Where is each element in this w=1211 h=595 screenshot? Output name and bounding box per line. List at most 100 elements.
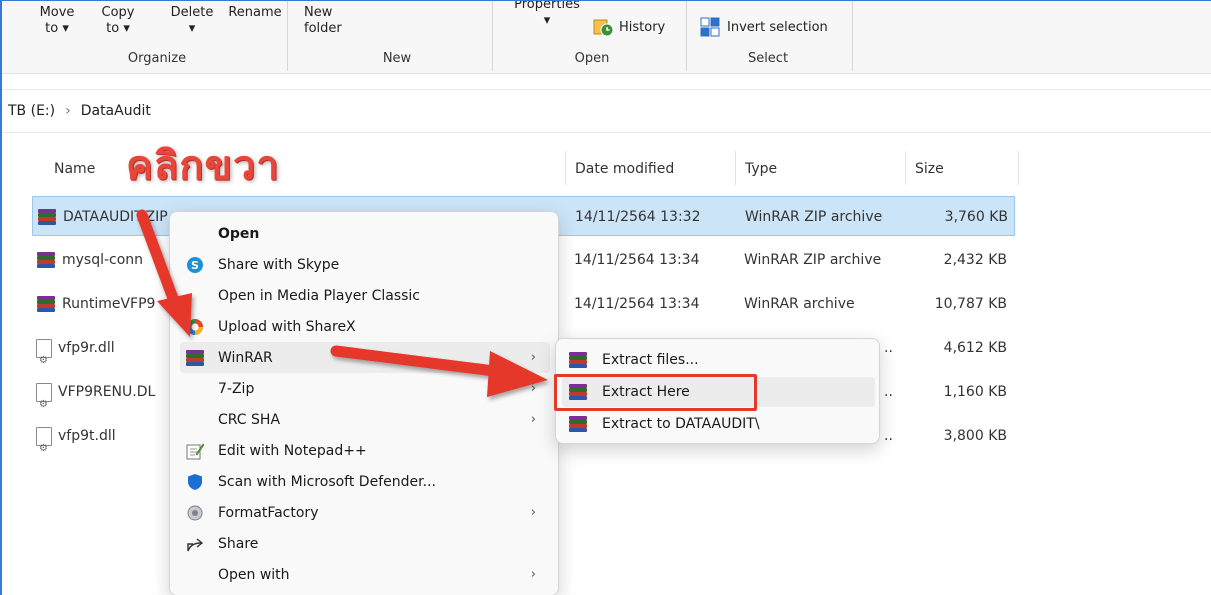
menu-item-label: Share xyxy=(218,535,259,552)
copy-to-button[interactable]: Copy to ▾ xyxy=(98,5,138,37)
properties-button[interactable]: Properties ▾ xyxy=(504,1,590,29)
history-label: History xyxy=(619,19,666,35)
menu-item-share-with-skype[interactable]: S Share with Skype xyxy=(180,249,550,280)
column-divider[interactable] xyxy=(1018,151,1019,185)
file-name-cell: mysql-conn xyxy=(36,240,176,280)
breadcrumb-separator: › xyxy=(65,103,71,119)
menu-item-winrar[interactable]: WinRAR › xyxy=(180,342,550,373)
winrar-icon xyxy=(568,415,592,433)
organize-group-label: Organize xyxy=(127,51,187,66)
dll-file-icon xyxy=(36,426,52,456)
properties-label: Properties xyxy=(514,0,580,12)
file-type: .. xyxy=(884,340,893,356)
menu-item-label: Open with xyxy=(218,566,290,583)
file-name-cell: VFP9RENU.DL xyxy=(36,372,176,412)
menu-item-edit-with-notepad[interactable]: Edit with Notepad++ xyxy=(180,435,550,466)
ribbon-separator xyxy=(686,1,687,71)
ribbon-separator xyxy=(492,1,493,71)
file-name-cell: vfp9r.dll xyxy=(36,328,176,368)
file-size: 10,787 KB xyxy=(934,296,1007,312)
column-header-date[interactable]: Date modified xyxy=(565,151,731,187)
winrar-icon xyxy=(37,208,57,226)
move-to-line2: to ▾ xyxy=(45,21,69,36)
menu-item-label: WinRAR xyxy=(218,349,273,366)
file-type: WinRAR archive xyxy=(744,296,855,312)
menu-item-upload-with-sharex[interactable]: Upload with ShareX xyxy=(180,311,550,342)
extract-here-highlight-box xyxy=(554,374,757,411)
share-icon xyxy=(184,534,206,554)
file-name-cell: RuntimeVFP9 xyxy=(36,284,176,324)
menu-item-label: Share with Skype xyxy=(218,256,340,273)
chevron-right-icon: › xyxy=(530,350,536,365)
menu-item-share[interactable]: Share xyxy=(180,528,550,559)
new-group-label: New xyxy=(382,51,412,66)
history-icon xyxy=(593,19,614,37)
menu-item-scan-with-defender[interactable]: Scan with Microsoft Defender... xyxy=(180,466,550,497)
delete-button[interactable]: Delete ▾ xyxy=(162,5,222,37)
file-name-cell: vfp9t.dll xyxy=(36,416,176,456)
chevron-right-icon: › xyxy=(530,505,536,520)
invert-selection-button[interactable]: Invert selection xyxy=(700,17,828,37)
move-to-line1: Move xyxy=(39,5,75,20)
menu-item-label: CRC SHA xyxy=(218,411,281,428)
new-folder-button[interactable]: New folder xyxy=(304,5,354,37)
menu-item-formatfactory[interactable]: FormatFactory › xyxy=(180,497,550,528)
ribbon-separator xyxy=(852,1,853,71)
menu-item-label: Open in Media Player Classic xyxy=(218,287,420,304)
chevron-down-icon: ▾ xyxy=(188,21,196,36)
file-name: RuntimeVFP9 xyxy=(62,296,156,312)
column-header-name[interactable]: Name xyxy=(44,151,554,187)
menu-item-open-in-media-player-classic[interactable]: Open in Media Player Classic xyxy=(180,280,550,311)
dll-file-icon xyxy=(36,338,52,368)
rename-button[interactable]: Rename xyxy=(228,5,282,21)
column-header-type[interactable]: Type xyxy=(735,151,901,187)
file-size: 3,760 KB xyxy=(944,209,1008,225)
menu-item-label: Edit with Notepad++ xyxy=(218,442,367,459)
file-type: WinRAR ZIP archive xyxy=(744,252,882,268)
menu-item-label: Upload with ShareX xyxy=(218,318,356,335)
file-size: 4,612 KB xyxy=(943,340,1007,356)
rename-label: Rename xyxy=(228,5,282,20)
winrar-icon xyxy=(568,351,592,369)
menu-item-label: 7-Zip xyxy=(218,380,255,397)
defender-shield-icon xyxy=(184,472,206,492)
explorer-window: Move to ▾ Copy to ▾ Delete ▾ Rename Orga… xyxy=(0,0,1211,595)
chevron-right-icon: › xyxy=(530,567,536,582)
submenu-item-label: Extract files... xyxy=(602,352,699,368)
column-header-size[interactable]: Size xyxy=(905,151,1017,187)
submenu-item-extract-to-folder[interactable]: Extract to DATAAUDIT\ xyxy=(562,409,875,439)
submenu-item-extract-files[interactable]: Extract files... xyxy=(562,345,875,375)
chevron-down-icon: ▾ xyxy=(543,13,551,28)
breadcrumb-drive[interactable]: TB (E:) xyxy=(8,103,55,119)
chevron-right-icon: › xyxy=(530,381,536,396)
file-name: vfp9t.dll xyxy=(58,428,116,444)
address-bar[interactable]: TB (E:) › DataAudit xyxy=(2,89,1211,133)
menu-item-7-zip[interactable]: 7-Zip › xyxy=(180,373,550,404)
file-size: 3,800 KB xyxy=(943,428,1007,444)
chevron-right-icon: › xyxy=(530,412,536,427)
file-type: .. xyxy=(884,428,893,444)
ribbon-separator xyxy=(287,1,288,71)
file-name: VFP9RENU.DL xyxy=(58,384,156,400)
move-to-button[interactable]: Move to ▾ xyxy=(38,5,76,37)
file-name: mysql-conn xyxy=(62,252,144,268)
history-button[interactable]: History xyxy=(592,17,665,37)
file-name: DATAAUDIT.ZIP xyxy=(63,209,168,225)
menu-item-label: FormatFactory xyxy=(218,504,319,521)
annotation-right-click-text: คลิกขวา xyxy=(125,142,280,190)
menu-item-crc-sha[interactable]: CRC SHA › xyxy=(180,404,550,435)
file-size: 1,160 KB xyxy=(943,384,1007,400)
file-date: 14/11/2564 13:34 xyxy=(574,296,700,312)
file-type: WinRAR ZIP archive xyxy=(745,209,883,225)
delete-label: Delete xyxy=(170,5,214,20)
menu-item-open[interactable]: Open xyxy=(180,218,550,249)
breadcrumb-folder[interactable]: DataAudit xyxy=(81,103,151,119)
file-date: 14/11/2564 13:32 xyxy=(575,209,701,225)
winrar-icon xyxy=(36,251,56,269)
menu-item-open-with[interactable]: Open with › xyxy=(180,559,550,590)
file-name: vfp9r.dll xyxy=(58,340,115,356)
file-size: 2,432 KB xyxy=(943,252,1007,268)
new-folder-line1: New xyxy=(304,5,333,20)
winrar-icon xyxy=(36,295,56,313)
file-name-cell: DATAAUDIT.ZIP xyxy=(37,197,177,237)
